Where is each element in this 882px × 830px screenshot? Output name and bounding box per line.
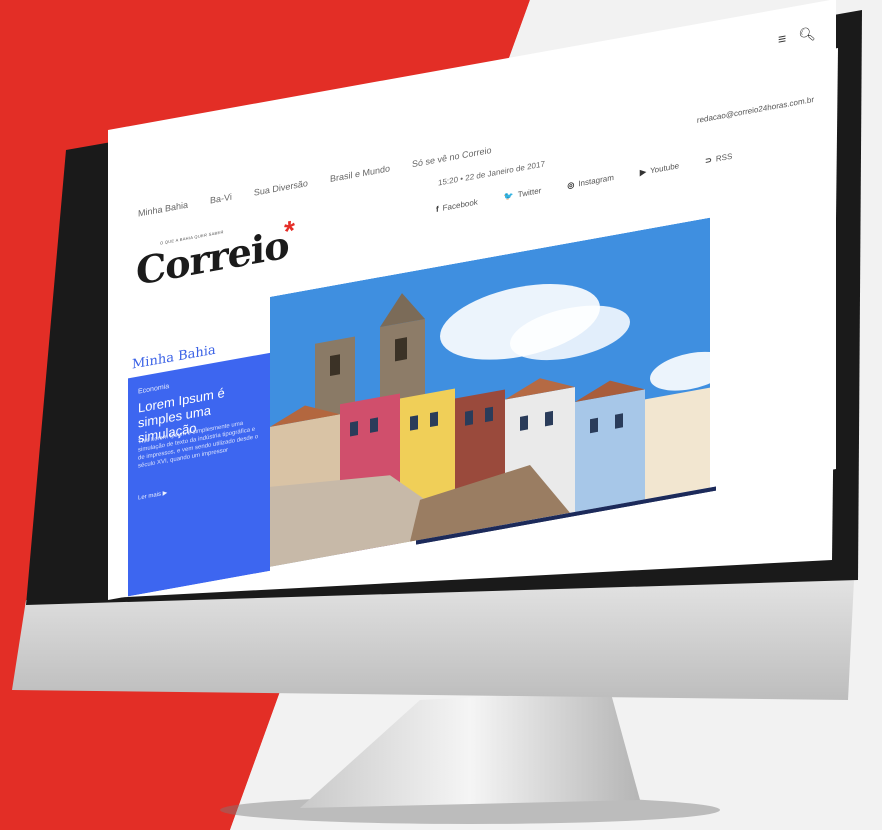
instagram-icon: ◎ bbox=[567, 180, 575, 191]
twitter-icon: 🐦 bbox=[503, 190, 514, 202]
nav-item-ba-vi[interactable]: Ba-Vi bbox=[210, 192, 232, 206]
youtube-link[interactable]: ▶ Youtube bbox=[640, 161, 679, 177]
search-icon[interactable]: 🔍︎ bbox=[798, 25, 816, 45]
feature-category[interactable]: Economia bbox=[138, 383, 169, 396]
social-links: f Facebook 🐦 Twitter ◎ Instagram ▶ Youtube ⊃… bbox=[436, 152, 732, 214]
nav-item-minha-bahia[interactable]: Minha Bahia bbox=[138, 200, 188, 219]
twitter-link[interactable]: 🐦 Twitter bbox=[504, 186, 542, 202]
contact-email[interactable]: redacao@correio24horas.com.br bbox=[697, 95, 814, 125]
rss-link[interactable]: ⊃ RSS bbox=[705, 152, 732, 166]
facebook-icon: f bbox=[436, 204, 439, 214]
header-datetime: 15:20 • 22 de Janeiro de 2017 bbox=[438, 159, 545, 188]
youtube-icon: ▶ bbox=[639, 167, 647, 178]
read-more-link[interactable]: Ler mais ▶ bbox=[138, 489, 167, 501]
nav-item-sua-diversao[interactable]: Sua Diversão bbox=[254, 178, 308, 198]
nav-item-brasil-e-mundo[interactable]: Brasil e Mundo bbox=[330, 163, 390, 184]
hamburger-menu-icon[interactable]: ≡ bbox=[778, 30, 786, 48]
logo-star-icon: * bbox=[284, 214, 295, 248]
nav-item-so-se-ve-no-correio[interactable]: Só se vê no Correio bbox=[412, 145, 492, 169]
rss-icon: ⊃ bbox=[705, 155, 712, 166]
facebook-link[interactable]: f Facebook bbox=[436, 197, 478, 214]
header-controls: ≡ 🔍︎ bbox=[778, 25, 816, 49]
feature-card[interactable]: Economia Lorem Ipsum é simples uma simul… bbox=[128, 352, 270, 597]
instagram-link[interactable]: ◎ Instagram bbox=[567, 173, 614, 190]
